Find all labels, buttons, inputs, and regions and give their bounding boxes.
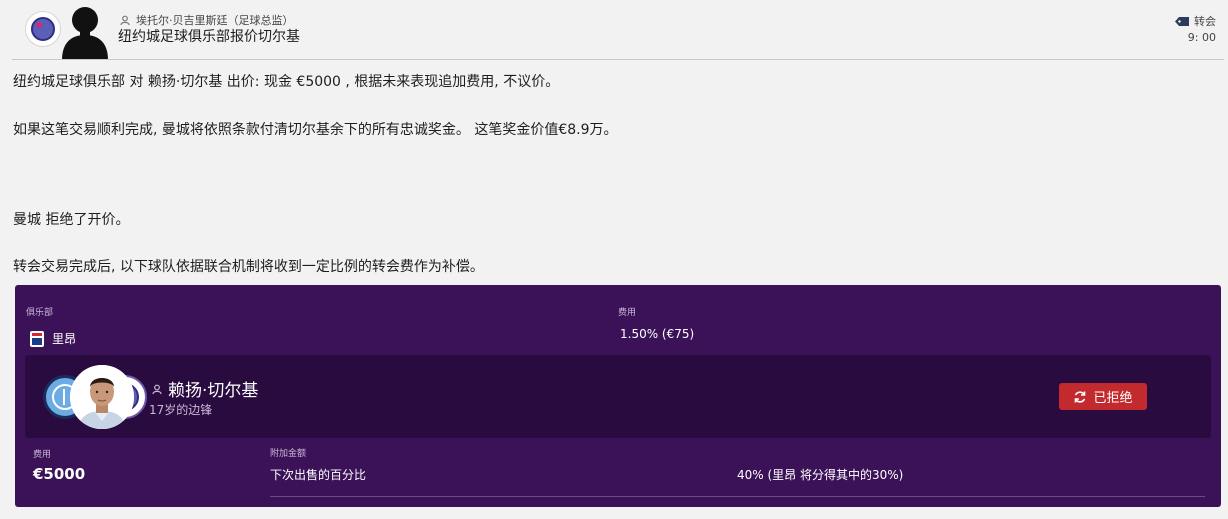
person-icon	[152, 384, 162, 394]
message-header: 埃托尔·贝吉里斯廷（足球总监） 纽约城足球俱乐部报价切尔基 转会 9: 00	[0, 0, 1228, 60]
next-sale-label: 下次出售的百分比	[270, 468, 367, 482]
rejected-status-label: 已拒绝	[1093, 391, 1133, 406]
message-time: 9: 00	[1187, 31, 1216, 44]
player-subtitle: 17岁的边锋	[149, 403, 213, 417]
fee-column-header: 费用	[618, 308, 637, 318]
solidarity-club-name[interactable]: 里昂	[52, 330, 76, 347]
solidarity-fee-value: 1.50% (€75)	[620, 327, 695, 341]
deal-fee-label: 费用	[33, 450, 52, 460]
tag-label: 转会	[1194, 15, 1216, 28]
offer-paragraph: 纽约城足球俱乐部 对 赖扬·切尔基 出价: 现金 €5000 , 根据未来表现追…	[13, 74, 560, 90]
player-card: 赖扬·切尔基 17岁的边锋 已拒绝	[25, 355, 1211, 438]
club-column-header: 俱乐部	[26, 308, 54, 318]
message-tag[interactable]: 转会	[1175, 13, 1216, 29]
solidarity-club-row[interactable]: 里昂	[30, 330, 76, 347]
rejected-status-button[interactable]: 已拒绝	[1059, 383, 1147, 410]
addons-divider	[270, 496, 1205, 497]
club-badge-icon[interactable]	[25, 11, 61, 47]
tag-icon	[1175, 16, 1189, 26]
loyalty-bonus-paragraph: 如果这笔交易顺利完成, 曼城将依照条款付清切尔基余下的所有忠诚奖金。 这笔奖金价…	[13, 122, 618, 138]
deal-fee-value: €5000	[33, 465, 86, 483]
refresh-icon	[1075, 390, 1086, 403]
lyon-badge-icon	[30, 330, 44, 347]
player-photo[interactable]	[70, 365, 134, 429]
next-sale-value: 40% (里昂 将分得其中的30%)	[737, 468, 904, 482]
person-icon	[120, 15, 130, 25]
sender-silhouette-icon[interactable]	[58, 2, 112, 60]
rejection-paragraph: 曼城 拒绝了开价。	[13, 212, 130, 228]
header-divider	[12, 59, 1224, 60]
player-name[interactable]: 赖扬·切尔基	[168, 376, 258, 401]
player-name-row[interactable]: 赖扬·切尔基	[152, 376, 258, 401]
message-subject: 纽约城足球俱乐部报价切尔基	[118, 29, 300, 45]
solidarity-paragraph: 转会交易完成后, 以下球队依据联合机制将收到一定比例的转会费作为补偿。	[13, 259, 484, 275]
transfer-details-panel: 俱乐部 费用 里昂 1.50% (€75) 赖扬·切尔基 17岁的边锋 已拒绝 …	[15, 285, 1221, 507]
addons-label: 附加金额	[270, 449, 307, 459]
